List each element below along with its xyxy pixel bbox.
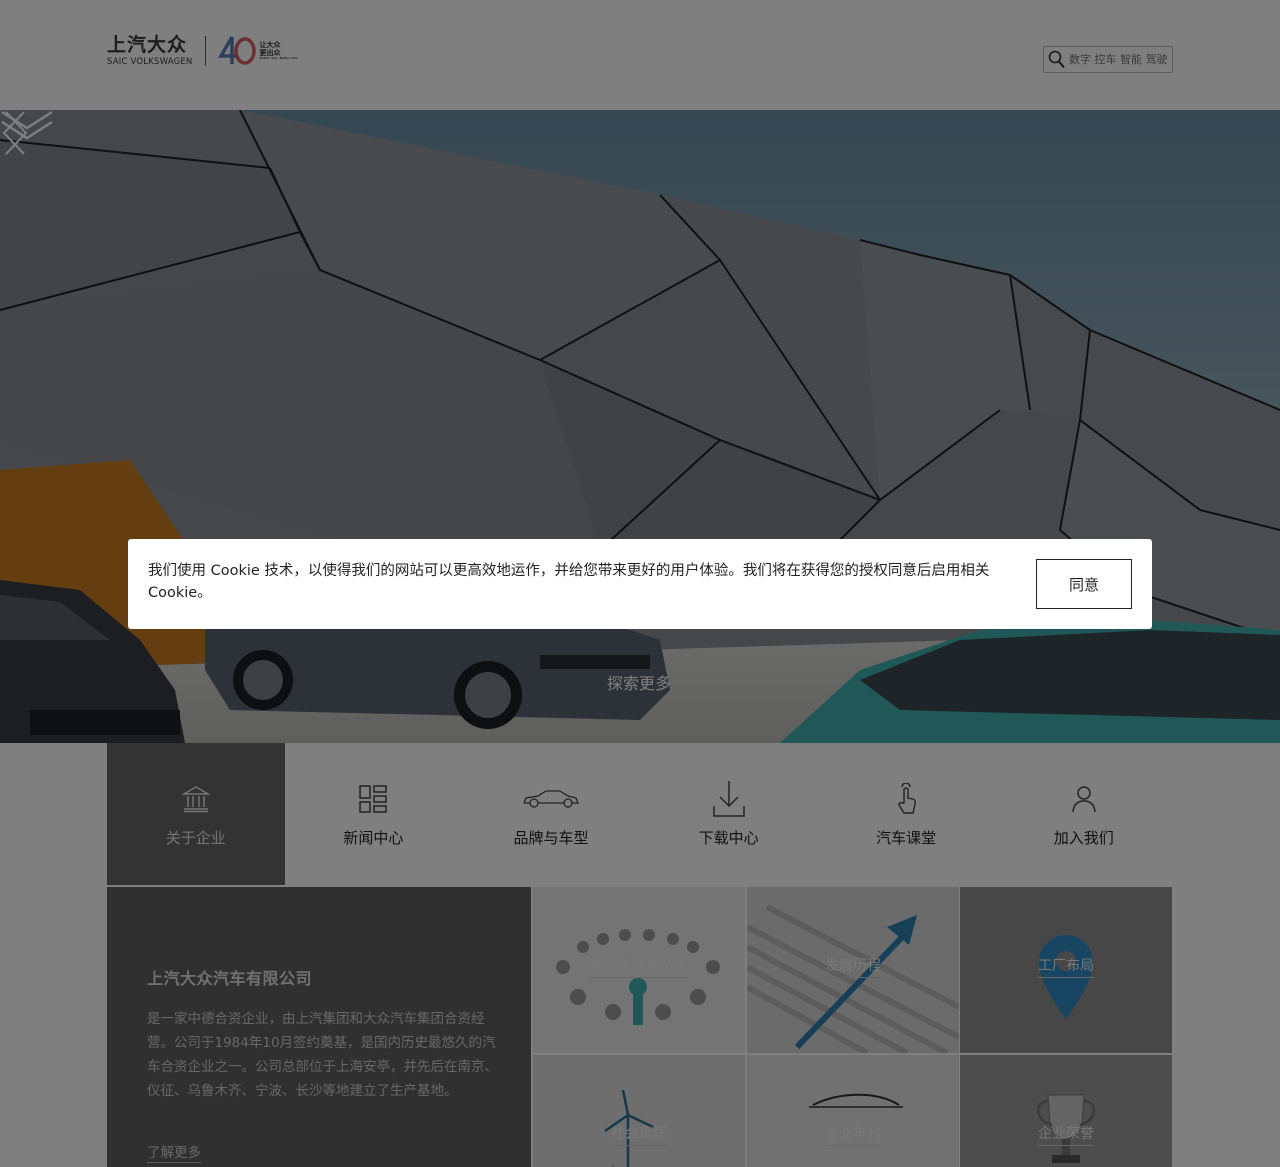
- search-input[interactable]: [1069, 53, 1169, 66]
- nav-item-label: 品牌与车型: [513, 829, 589, 847]
- cookie-consent-text: 我们使用 Cookie 技术，以使得我们的网站可以更高效地运作，并给您带来更好的…: [148, 563, 990, 601]
- tile-annual-report[interactable]: 企业年刊: [747, 1055, 959, 1167]
- annual-cover-image: [809, 1093, 903, 1108]
- explore-more-label[interactable]: 探索更多: [604, 670, 674, 694]
- tile-social-responsibility[interactable]: 社会责任: [533, 1055, 745, 1167]
- tile-label: 企业荣誉: [1038, 1126, 1094, 1146]
- building-icon: [181, 786, 210, 813]
- about-company-panel: 上汽大众汽车有限公司 是一家中德合资企业，由上汽集团和大众汽车集团合资经营。公司…: [107, 887, 531, 1167]
- grid-icon: [359, 785, 388, 813]
- nav-item-label: 下载中心: [698, 829, 759, 847]
- nav-item-downloads[interactable]: 下载中心: [640, 743, 818, 885]
- about-title: 上汽大众汽车有限公司: [147, 969, 313, 988]
- about-description: 是一家中德合资企业，由上汽集团和大众汽车集团合资经营。公司于1984年10月签约…: [147, 1011, 498, 1099]
- logo-cn-text: 上汽大众: [107, 33, 188, 56]
- touch-icon: [898, 783, 917, 814]
- saic-volkswagen-logo[interactable]: 上汽大众 SAIC VOLKSWAGEN 让大众 更出众 Better you.…: [107, 34, 299, 68]
- logo-slogan-en: Better you. Better Life.: [259, 56, 299, 61]
- nav-item-label: 汽车课堂: [876, 829, 937, 847]
- tile-history[interactable]: 发展历程: [747, 887, 959, 1053]
- nav-item-join-us[interactable]: 加入我们: [995, 743, 1173, 885]
- nav-item-label: 加入我们: [1053, 829, 1114, 847]
- tile-factory-layout[interactable]: 工厂布局: [960, 887, 1172, 1053]
- tile-honors[interactable]: 企业荣誉: [960, 1055, 1172, 1167]
- nav-item-brands[interactable]: 品牌与车型: [462, 743, 640, 885]
- main-nav: 关于企业 新闻中心 品牌与车型 下载中心 汽车课堂 加入我们: [107, 743, 1173, 885]
- site-header: 上汽大众 SAIC VOLKSWAGEN 让大众 更出众 Better you.…: [0, 0, 1280, 110]
- nav-item-about[interactable]: 关于企业: [107, 743, 285, 885]
- content-grid: 上汽大众汽车有限公司 是一家中德合资企业，由上汽集团和大众汽车集团合资经营。公司…: [107, 887, 1173, 1167]
- hero-banner: 探索更多: [0, 110, 1280, 743]
- logo-en-text: SAIC VOLKSWAGEN: [107, 56, 193, 67]
- car-icon: [523, 790, 579, 808]
- person-icon: [1072, 786, 1096, 813]
- nav-item-classroom[interactable]: 汽车课堂: [817, 743, 995, 885]
- tile-label: 企业年刊: [825, 1126, 881, 1146]
- trophy-icon: [1037, 1094, 1095, 1163]
- search-icon[interactable]: [1048, 50, 1066, 70]
- wind-turbine-image: [604, 1089, 654, 1167]
- anniversary-40-logo: 让大众 更出众 Better you. Better Life.: [217, 34, 299, 68]
- cookie-consent-banner: 我们使用 Cookie 技术，以使得我们的网站可以更高效地运作，并给您带来更好的…: [128, 539, 1152, 629]
- tile-label: 企业文化与战略: [590, 958, 688, 978]
- chevron-down-icon[interactable]: [0, 110, 54, 140]
- agree-button[interactable]: 同意: [1036, 559, 1132, 609]
- tile-label: 工厂布局: [1038, 958, 1094, 978]
- nav-item-label: 关于企业: [165, 829, 226, 847]
- search-box[interactable]: [1043, 46, 1173, 73]
- logo-divider: [204, 36, 206, 66]
- download-icon: [712, 781, 745, 817]
- learn-more-link[interactable]: 了解更多: [147, 1141, 201, 1163]
- number-40-icon: [217, 36, 256, 65]
- tile-culture-strategy[interactable]: 企业文化与战略: [533, 887, 745, 1053]
- nav-item-label: 新闻中心: [343, 829, 404, 847]
- nav-item-news[interactable]: 新闻中心: [285, 743, 463, 885]
- tile-label: 社会责任: [611, 1126, 667, 1146]
- tile-label: 发展历程: [825, 958, 881, 978]
- hero-image: [0, 110, 1280, 743]
